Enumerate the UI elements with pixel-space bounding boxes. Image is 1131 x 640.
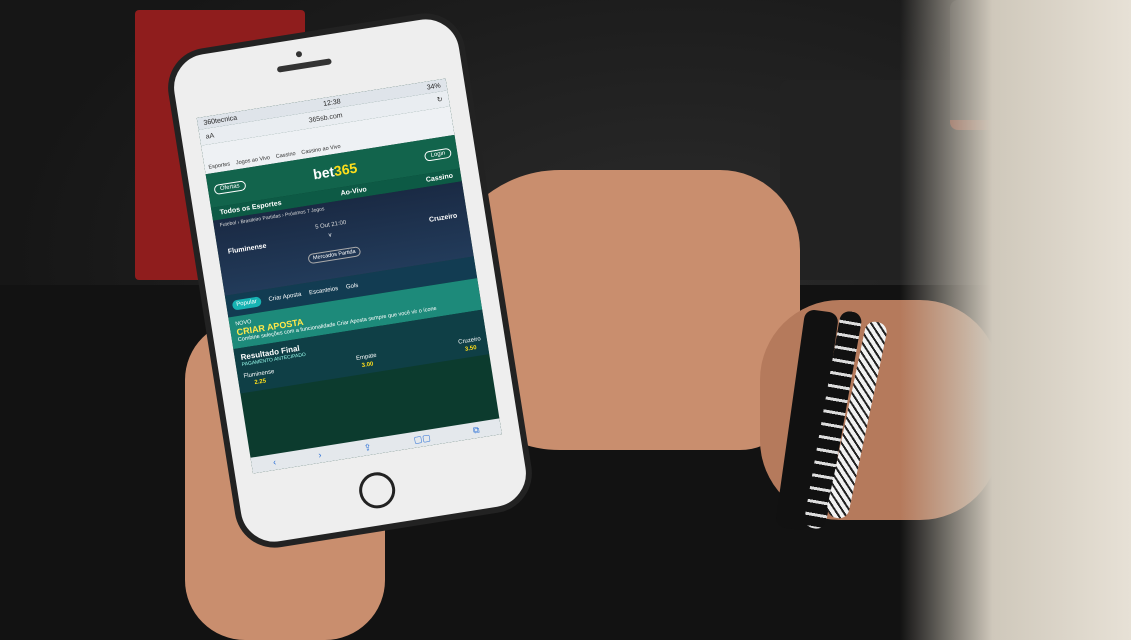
- tabs-icon[interactable]: ⧉: [472, 424, 480, 436]
- nav-link[interactable]: Esportes: [208, 161, 230, 170]
- versus-label: v: [328, 232, 333, 239]
- speaker-grille: [276, 58, 332, 73]
- offers-button[interactable]: Ofertas: [213, 180, 247, 196]
- battery-label: 34%: [426, 81, 442, 92]
- bookmarks-icon[interactable]: ▢▢: [413, 432, 432, 446]
- subnav-item[interactable]: Escanteios: [309, 286, 339, 297]
- odds-value: 3.00: [361, 361, 374, 370]
- phone-screen: 360tecnica 12:38 34% aA 365sb.com ↻ Espo…: [196, 78, 502, 474]
- home-team: Fluminense: [227, 242, 268, 256]
- share-icon[interactable]: ⇪: [363, 441, 372, 453]
- back-icon[interactable]: ‹: [272, 457, 277, 467]
- logo-accent: 365: [332, 159, 359, 180]
- front-camera-icon: [295, 50, 303, 58]
- odds-button[interactable]: Empate 3.00: [356, 353, 379, 370]
- tab-live[interactable]: Ao-Vivo: [340, 186, 367, 197]
- odds-button[interactable]: Cruzeiro 3.50: [458, 336, 483, 353]
- browser-toolbar: ‹ › ⇪ ▢▢ ⧉: [250, 418, 502, 474]
- away-team: Cruzeiro: [428, 212, 458, 224]
- subnav-popular[interactable]: Popular: [231, 296, 262, 311]
- clock-label: 12:38: [322, 97, 342, 108]
- sleeve: [900, 0, 1131, 640]
- home-button[interactable]: [356, 469, 398, 511]
- odds-value: 3.50: [464, 345, 478, 353]
- kickoff-time: 5 Out 21:00: [314, 219, 347, 231]
- nav-link[interactable]: Cassino: [275, 151, 296, 160]
- bet365-logo: bet365: [312, 160, 358, 183]
- reload-icon[interactable]: ↻: [436, 95, 444, 104]
- match-markets-button[interactable]: Mercados Partida: [307, 246, 362, 265]
- subnav-item[interactable]: Gols: [346, 283, 359, 291]
- logo-main: bet: [312, 163, 336, 183]
- subnav-item[interactable]: Criar Aposta: [268, 292, 302, 303]
- odds-button[interactable]: Fluminense 2.25: [243, 369, 276, 388]
- forward-icon[interactable]: ›: [318, 450, 323, 460]
- photo-scene: 360tecnica 12:38 34% aA 365sb.com ↻ Espo…: [0, 0, 1131, 640]
- login-button[interactable]: Login: [424, 147, 453, 162]
